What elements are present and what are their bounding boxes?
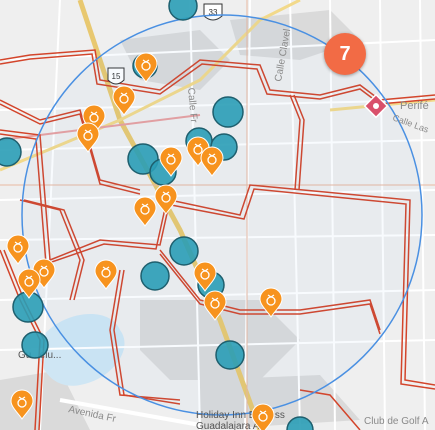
label-periferico: Perifé — [400, 100, 429, 112]
circle-location-icon[interactable] — [168, 0, 198, 21]
cluster-count-badge[interactable]: 7 — [324, 33, 366, 75]
map-canvas[interactable]: 33 15 Calle Clavel Calle Fr Perifé Calle… — [0, 0, 435, 430]
label-club-golf: Club de Golf A — [364, 416, 429, 427]
circle-location-icon[interactable] — [212, 96, 244, 128]
circle-location-icon[interactable] — [140, 261, 170, 291]
circle-location-icon[interactable] — [215, 340, 245, 370]
circle-location-icon[interactable] — [169, 236, 199, 266]
circle-location-icon[interactable] — [0, 137, 22, 167]
circle-location-icon[interactable] — [21, 331, 49, 359]
label-holiday-inn-2: Guadalajara A — [196, 421, 260, 430]
